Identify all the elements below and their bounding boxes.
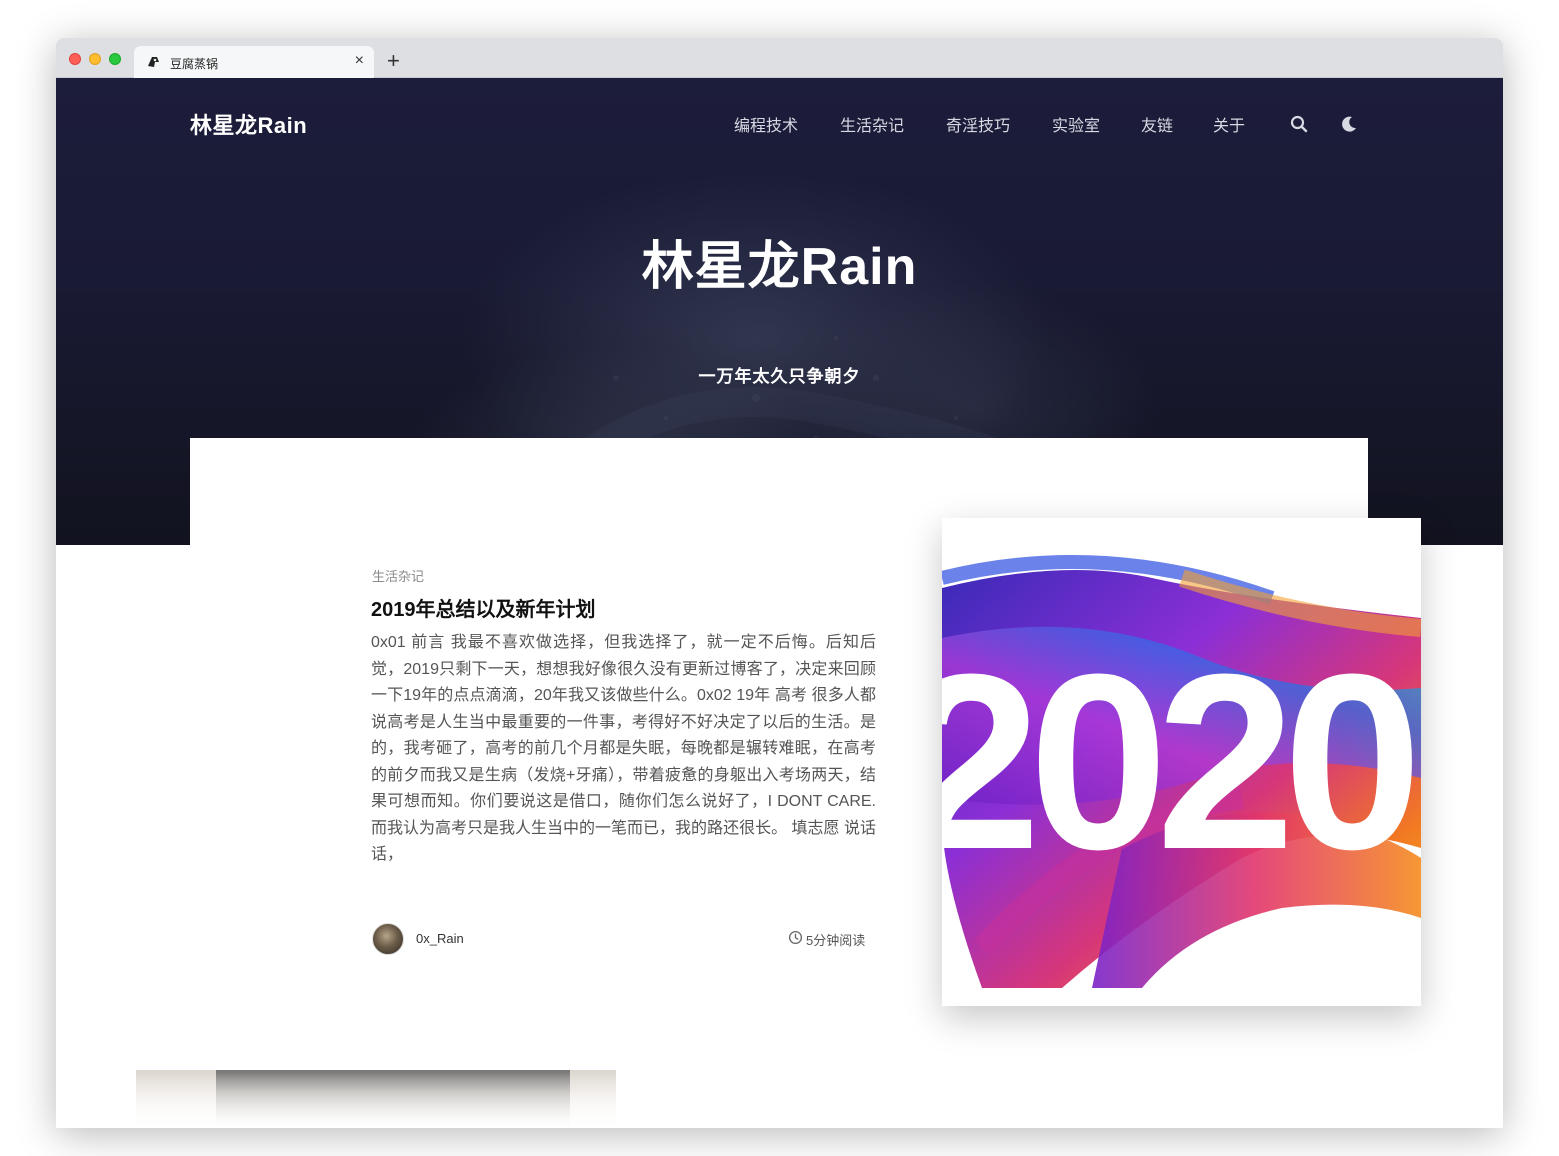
post-cover-image[interactable]: 2020 [942, 518, 1421, 1006]
author-name[interactable]: 0x_Rain [416, 931, 464, 946]
browser-tab[interactable]: 豆腐蒸锅 × [134, 46, 374, 78]
post-category[interactable]: 生活杂记 [372, 566, 424, 585]
nav-item-about[interactable]: 关于 [1213, 112, 1245, 136]
new-tab-button[interactable]: + [387, 50, 400, 72]
nav-item-tricks[interactable]: 奇淫技巧 [946, 112, 1010, 136]
hero-subtitle: 一万年太久只争朝夕 [698, 367, 861, 386]
nav-item-lab[interactable]: 实验室 [1052, 112, 1100, 136]
bottom-fade [56, 1073, 1503, 1128]
nav-item-links[interactable]: 友链 [1141, 112, 1173, 136]
search-icon[interactable] [1289, 114, 1309, 134]
browser-tab-bar: 豆腐蒸锅 × + [56, 38, 1503, 78]
nav-item-life-notes[interactable]: 生活杂记 [840, 112, 904, 136]
browser-window: 豆腐蒸锅 × + 林星龙Rain 编程技术 生活杂记 奇淫技巧 实验室 友链 关… [56, 38, 1503, 1128]
post-title[interactable]: 2019年总结以及新年计划 [371, 593, 596, 622]
cover-2020-artwork: 2020 [942, 555, 1421, 988]
nav-item-programming[interactable]: 编程技术 [734, 112, 798, 136]
hero-title: 林星龙Rain [641, 238, 918, 296]
moon-icon[interactable] [1339, 114, 1359, 134]
main-nav: 编程技术 生活杂记 奇淫技巧 实验室 友链 关于 [56, 112, 1503, 136]
cover-year-text: 2020 [942, 622, 1412, 901]
tab-title: 豆腐蒸锅 [170, 57, 219, 71]
clock-icon [788, 930, 803, 945]
tab-close-button[interactable]: × [355, 52, 364, 70]
minimize-window-button[interactable] [89, 53, 101, 65]
author-avatar[interactable] [372, 923, 404, 955]
post-excerpt: 0x01 前言 我最不喜欢做选择，但我选择了，就一定不后悔。后知后觉，2019只… [371, 634, 876, 863]
close-window-button[interactable] [69, 53, 81, 65]
maximize-window-button[interactable] [109, 53, 121, 65]
read-time: 5分钟阅读 [806, 933, 866, 948]
site-favicon-icon [148, 57, 159, 67]
